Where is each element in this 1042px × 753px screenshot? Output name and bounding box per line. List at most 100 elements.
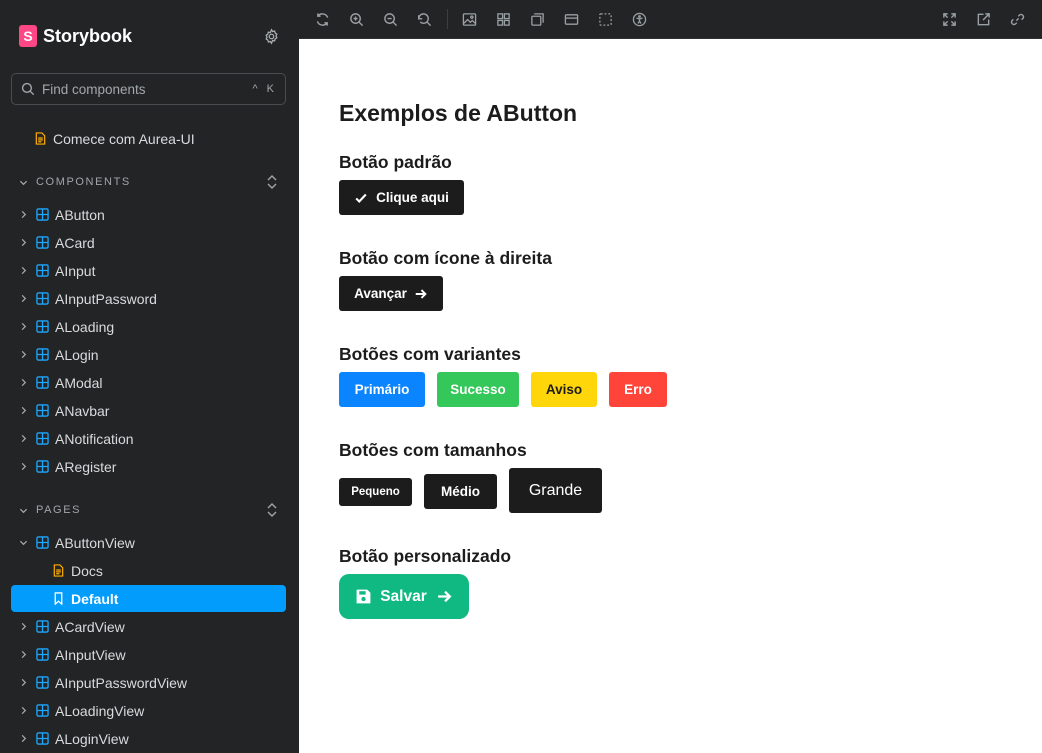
storybook-brand[interactable]: S Storybook — [19, 25, 132, 47]
click-here-button[interactable]: Clique aqui — [339, 180, 464, 215]
sidebar-item-label: AInputPasswordView — [55, 674, 188, 691]
sidebar-item-ainput[interactable]: AInput — [11, 257, 286, 284]
sidebar-item-label: ALoginView — [55, 730, 129, 747]
bookmark-icon — [52, 592, 65, 605]
sidebar-item-label: AButton — [55, 206, 105, 223]
sidebar-item-aloginview[interactable]: ALoginView — [11, 725, 286, 752]
sidebar-item-docs[interactable]: Docs — [11, 557, 286, 584]
document-icon — [52, 564, 65, 577]
brand-name: Storybook — [43, 25, 133, 46]
sidebar-item-label: ARegister — [55, 458, 117, 475]
copy-link-icon[interactable] — [1009, 11, 1026, 28]
component-icon — [36, 732, 49, 745]
component-icon — [36, 236, 49, 249]
chevron-right-icon — [18, 734, 28, 744]
save-button[interactable]: Salvar — [339, 574, 469, 619]
search-shortcut: ^ K — [252, 83, 277, 95]
document-icon — [34, 132, 47, 145]
sidebar: S Storybook ^ K Comece com Aurea-UI COMP… — [0, 0, 299, 753]
sidebar-item-anotification[interactable]: ANotification — [11, 425, 286, 452]
sidebar-item-ainputview[interactable]: AInputView — [11, 641, 286, 668]
section-components[interactable]: COMPONENTS — [11, 172, 286, 192]
component-icon — [36, 348, 49, 361]
sidebar-item-aregister[interactable]: ARegister — [11, 453, 286, 480]
sidebar-item-abutton[interactable]: AButton — [11, 201, 286, 228]
sidebar-item-label: Default — [71, 590, 119, 607]
section-title-custom: Botão personalizado — [339, 546, 512, 566]
expand-collapse-icon[interactable] — [266, 174, 278, 190]
sidebar-item-ainputpasswordview[interactable]: AInputPasswordView — [11, 669, 286, 696]
sidebar-item-label: ALoadingView — [55, 702, 145, 719]
section-label: PAGES — [36, 504, 82, 516]
sidebar-item-anavbar[interactable]: ANavbar — [11, 397, 286, 424]
sidebar-item-alogin[interactable]: ALogin — [11, 341, 286, 368]
sidebar-item-label: ALoading — [55, 318, 115, 335]
chevron-right-icon — [18, 350, 28, 360]
outline-icon[interactable] — [597, 11, 614, 28]
sidebar-item-label: AButtonView — [55, 534, 135, 551]
accessibility-icon[interactable] — [631, 11, 648, 28]
sidebar-item-default-story[interactable]: Default — [11, 585, 286, 612]
sidebar-item-abuttonview[interactable]: AButtonView — [11, 529, 286, 556]
chevron-down-icon — [18, 177, 28, 187]
component-icon — [36, 704, 49, 717]
sidebar-item-acard[interactable]: ACard — [11, 229, 286, 256]
chevron-right-icon — [18, 322, 28, 332]
page-title: Exemplos de AButton — [339, 100, 578, 126]
section-title-variants: Botões com variantes — [339, 344, 521, 364]
medium-button[interactable]: Médio — [424, 474, 497, 509]
component-icon — [36, 620, 49, 633]
component-icon — [36, 404, 49, 417]
zoom-in-icon[interactable] — [348, 11, 365, 28]
sidebar-item-acardview[interactable]: ACardView — [11, 613, 286, 640]
chevron-right-icon — [18, 678, 28, 688]
arrow-right-icon — [415, 288, 427, 299]
search-input[interactable] — [42, 75, 253, 103]
sidebar-item-label: AInput — [55, 262, 96, 279]
remount-icon[interactable] — [314, 11, 331, 28]
zoom-out-icon[interactable] — [382, 11, 399, 28]
error-button[interactable]: Erro — [609, 372, 667, 407]
section-title-default: Botão padrão — [339, 152, 452, 172]
sidebar-item-aloading[interactable]: ALoading — [11, 313, 286, 340]
story-canvas: Exemplos de AButton Botão padrão Clique … — [299, 39, 1042, 753]
chevron-right-icon — [18, 210, 28, 220]
section-title-sizes: Botões com tamanhos — [339, 440, 527, 460]
warning-button[interactable]: Aviso — [531, 372, 597, 407]
open-new-tab-icon[interactable] — [975, 11, 992, 28]
chevron-down-icon — [18, 505, 28, 515]
primary-button[interactable]: Primário — [339, 372, 425, 407]
search-box[interactable]: ^ K — [11, 73, 286, 105]
section-pages[interactable]: PAGES — [11, 500, 286, 520]
large-button[interactable]: Grande — [509, 468, 602, 513]
settings-gear-icon[interactable] — [262, 27, 280, 45]
section-label: COMPONENTS — [36, 176, 131, 188]
component-icon — [36, 676, 49, 689]
chevron-right-icon — [18, 434, 28, 444]
floppy-disk-icon — [356, 589, 371, 604]
sidebar-item-label: ALogin — [55, 346, 99, 363]
button-label: Clique aqui — [376, 190, 449, 205]
fullscreen-icon[interactable] — [941, 11, 958, 28]
next-button[interactable]: Avançar — [339, 276, 443, 311]
sidebar-item-label: ANotification — [55, 430, 134, 447]
button-label: Avançar — [354, 286, 407, 301]
logo-letter: S — [23, 28, 33, 44]
chevron-right-icon — [18, 622, 28, 632]
sidebar-item-amodal[interactable]: AModal — [11, 369, 286, 396]
sidebar-item-label: AInputPassword — [55, 290, 157, 307]
storybook-logo-icon: S — [19, 25, 37, 47]
sidebar-item-aloadingview[interactable]: ALoadingView — [11, 697, 286, 724]
zoom-reset-icon[interactable] — [416, 11, 433, 28]
success-button[interactable]: Sucesso — [437, 372, 519, 407]
background-icon[interactable] — [461, 11, 478, 28]
search-icon — [21, 82, 35, 96]
sidebar-item-intro[interactable]: Comece com Aurea-UI — [11, 125, 286, 152]
expand-collapse-icon[interactable] — [266, 502, 278, 518]
grid-icon[interactable] — [495, 11, 512, 28]
sidebar-item-ainputpassword[interactable]: AInputPassword — [11, 285, 286, 312]
viewport-icon[interactable] — [529, 11, 546, 28]
chevron-right-icon — [18, 706, 28, 716]
small-button[interactable]: Pequeno — [339, 478, 412, 506]
measure-icon[interactable] — [563, 11, 580, 28]
